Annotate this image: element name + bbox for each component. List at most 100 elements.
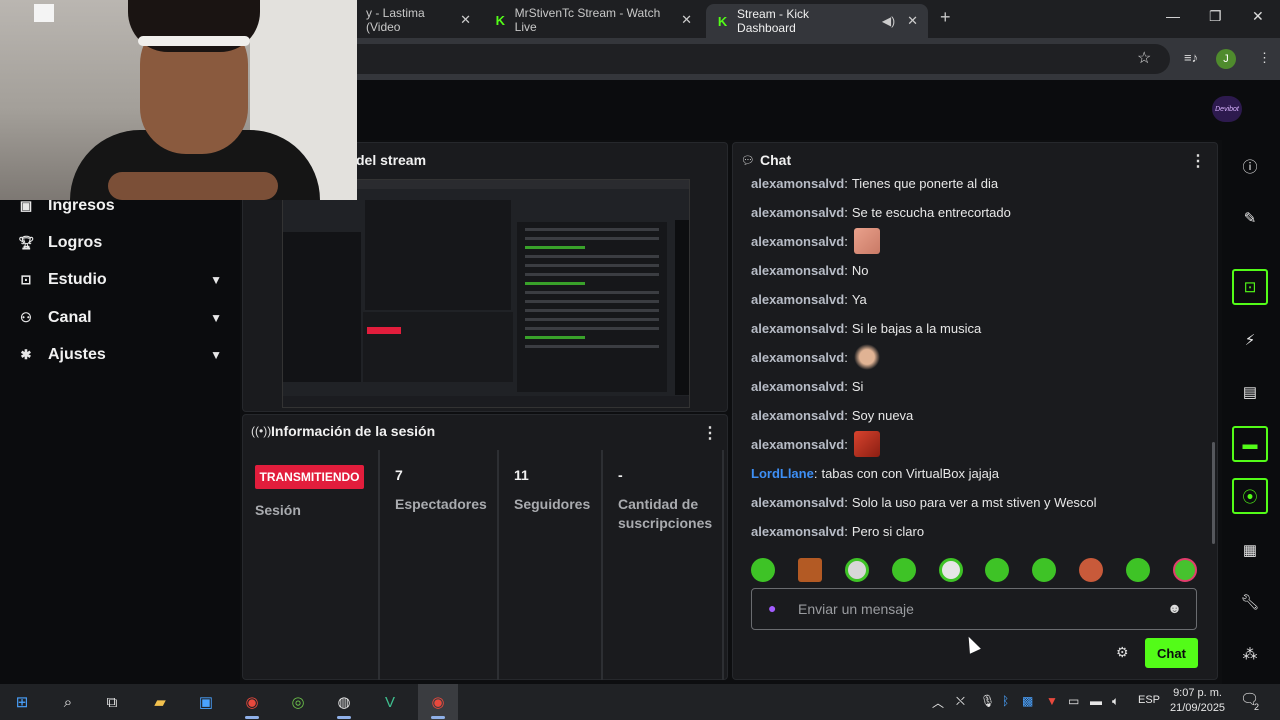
close-icon[interactable]: ✕ — [681, 12, 692, 28]
antivirus-icon[interactable]: ▼ — [1046, 694, 1058, 708]
profile-avatar[interactable]: J — [1216, 49, 1236, 69]
language-indicator[interactable]: ESP — [1138, 694, 1160, 706]
notes-icon[interactable]: ▤ — [1232, 374, 1268, 410]
preview-chat — [517, 222, 667, 392]
mic-tray-icon[interactable]: 🎙︎ — [980, 694, 995, 708]
emote-button[interactable] — [985, 558, 1010, 582]
obs-icon[interactable]: ◍ — [332, 690, 356, 714]
broadcast-toggle-icon[interactable]: ⦿ — [1232, 478, 1268, 514]
tab-kick-dashboard[interactable]: K Stream - Kick Dashboard ◀) ✕ — [706, 4, 928, 38]
channel-avatar[interactable]: Devibot — [1212, 96, 1242, 122]
kick-logo-icon: K — [717, 13, 728, 29]
address-input[interactable] — [300, 44, 1170, 74]
preview-rail — [675, 220, 689, 395]
chat-message: alexamonsalvd: Soy nueva — [751, 408, 914, 423]
file-explorer-icon[interactable]: ▰ — [148, 690, 172, 714]
integrations-icon[interactable]: ⁂ — [1232, 636, 1268, 672]
speaker-icon[interactable]: ◀) — [882, 14, 895, 28]
minimize-icon[interactable]: — — [1166, 8, 1180, 24]
chat-username[interactable]: alexamonsalvd — [751, 205, 844, 220]
chat-username[interactable]: alexamonsalvd — [751, 263, 844, 278]
layout-icon[interactable]: ▦ — [1232, 532, 1268, 568]
menu-kebab-icon[interactable]: ⋮ — [1258, 50, 1271, 66]
media-control-icon[interactable]: ≡♪ — [1184, 50, 1198, 65]
store-icon[interactable]: ▣ — [194, 690, 218, 714]
emoji-picker-icon[interactable]: ☻ — [1167, 600, 1182, 616]
chrome-alt-icon[interactable]: ◎ — [286, 690, 310, 714]
chat-username[interactable]: alexamonsalvd — [751, 234, 844, 249]
chat-title: Chat — [760, 152, 792, 168]
close-icon[interactable]: ✕ — [460, 12, 471, 28]
windows-start-icon[interactable]: ⊞ — [10, 690, 34, 714]
chat-menu-icon[interactable]: ⋮ — [1190, 151, 1206, 171]
task-view-icon[interactable]: ⧉ — [100, 690, 124, 714]
microphone-icon[interactable]: ● — [768, 600, 776, 616]
emote-button[interactable] — [797, 558, 822, 582]
chat-username[interactable]: alexamonsalvd — [751, 524, 844, 539]
emote-button[interactable] — [844, 558, 869, 582]
emote-button[interactable] — [1172, 558, 1197, 582]
chrome-icon[interactable]: ◉ — [240, 690, 264, 714]
subs-label-line2: suscripciones — [618, 515, 713, 531]
chat-settings-icon[interactable]: ⚙ — [1116, 644, 1129, 661]
running-indicator — [245, 716, 259, 719]
battery-icon[interactable]: ▬ — [1090, 694, 1102, 708]
app-tray-icon[interactable]: ▩ — [1022, 694, 1033, 708]
sidebar-item-estudio[interactable]: ⊡ Estudio ▼ — [18, 265, 228, 295]
chat-username[interactable]: LordLlane — [751, 466, 814, 481]
volume-icon[interactable]: 🔈︎ — [1112, 694, 1119, 709]
close-icon[interactable]: ✕ — [907, 13, 918, 29]
chat-message: alexamonsalvd: Pero si claro — [751, 524, 925, 539]
session-menu-icon[interactable]: ⋮ — [702, 423, 718, 443]
emote-button[interactable] — [891, 558, 916, 582]
send-chat-button[interactable]: Chat — [1145, 638, 1198, 668]
info-icon[interactable]: ⓘ — [1232, 148, 1268, 184]
chat-message-input[interactable]: ● Enviar un mensaje ☻ — [751, 588, 1197, 630]
divider — [497, 450, 499, 680]
sidebar — [0, 140, 240, 684]
preview-main — [365, 200, 511, 310]
chat-username[interactable]: alexamonsalvd — [751, 321, 844, 336]
tab-mrstiventc[interactable]: K MrStivenTc Stream - Watch Live ✕ — [484, 6, 702, 34]
emote-button[interactable] — [938, 558, 963, 582]
sidebar-item-ajustes[interactable]: ✱ Ajustes ▼ — [18, 340, 228, 370]
search-icon[interactable]: ⌕ — [56, 690, 80, 714]
edit-pencil-icon[interactable]: ✎ — [1232, 200, 1268, 236]
chat-username[interactable]: alexamonsalvd — [751, 350, 844, 365]
face-emote — [853, 228, 880, 254]
chat-username[interactable]: alexamonsalvd — [751, 176, 844, 191]
display-icon[interactable]: ▭ — [1068, 694, 1079, 708]
chat-username[interactable]: alexamonsalvd — [751, 408, 844, 423]
chat-username[interactable]: alexamonsalvd — [751, 379, 844, 394]
broadcast-icon: ((•)) — [251, 424, 272, 438]
window-close-icon[interactable]: ✕ — [1252, 8, 1264, 25]
chat-scrollbar[interactable] — [1212, 442, 1215, 544]
emote-button[interactable] — [1079, 558, 1104, 582]
viewers-count: 7 — [395, 467, 403, 483]
network-off-icon[interactable]: ⛌ — [956, 694, 965, 709]
lightning-icon[interactable]: ⚡︎ — [1232, 322, 1268, 358]
chat-username[interactable]: alexamonsalvd — [751, 292, 844, 307]
emote-button[interactable] — [751, 558, 775, 582]
running-indicator — [337, 716, 351, 719]
sidebar-item-canal[interactable]: ⚇ Canal ▼ — [18, 303, 228, 333]
bluetooth-icon[interactable]: ᛒ — [1002, 694, 1009, 708]
sidebar-item-logros[interactable]: 🏆︎ Logros — [18, 228, 228, 258]
subs-label-line1: Cantidad de — [618, 496, 699, 512]
restore-icon[interactable]: ❐ — [1209, 8, 1222, 25]
stream-preview-video[interactable] — [282, 179, 690, 408]
emote-button[interactable] — [1032, 558, 1057, 582]
tray-overflow-icon[interactable]: ︿ — [932, 694, 944, 711]
wrench-icon[interactable]: 🔧︎ — [1232, 584, 1268, 620]
tab-lastima[interactable]: y - Lastima (Video ✕ — [356, 6, 481, 34]
chat-username[interactable]: alexamonsalvd — [751, 495, 844, 510]
preview-toggle-icon[interactable]: ⊡ — [1232, 269, 1268, 305]
bookmark-star-icon[interactable]: ☆ — [1137, 48, 1151, 68]
chat-toggle-icon[interactable]: ▬ — [1232, 426, 1268, 462]
chrome-active-icon[interactable]: ◉ — [426, 690, 450, 714]
new-tab-button[interactable]: + — [930, 3, 961, 31]
chat-username[interactable]: alexamonsalvd — [751, 437, 844, 452]
emote-button[interactable] — [1126, 558, 1150, 582]
virtualbox-icon[interactable]: V — [378, 690, 402, 714]
system-clock[interactable]: 9:07 p. m. 21/09/2025 — [1170, 686, 1225, 716]
